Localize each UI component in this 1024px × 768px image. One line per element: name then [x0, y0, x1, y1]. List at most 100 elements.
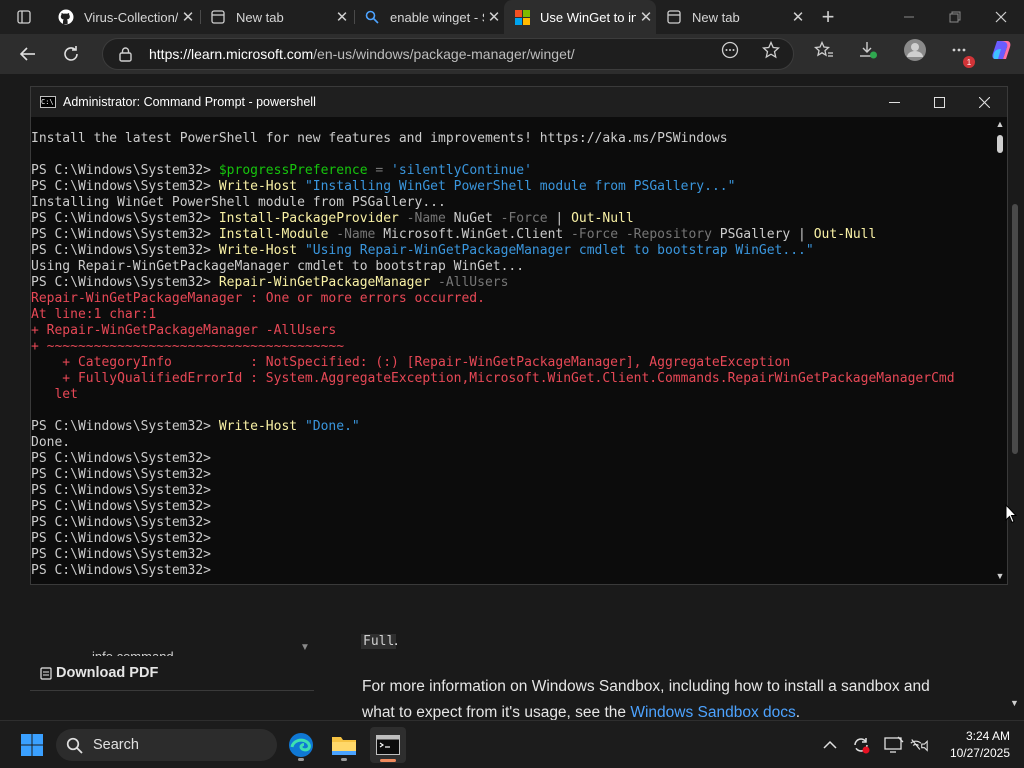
console-line: + Repair-WinGetPackageManager -AllUsers — [31, 323, 991, 339]
close-tab-icon[interactable]: ✕ — [332, 8, 352, 26]
command-prompt-icon: C:\ — [40, 96, 56, 108]
console-line: Using Repair-WinGetPackageManager cmdlet… — [31, 259, 991, 275]
close-tab-icon[interactable]: ✕ — [788, 8, 808, 26]
address-bar[interactable]: https://learn.microsoft.com/en-us/window… — [102, 38, 794, 70]
profile-avatar-icon[interactable] — [903, 38, 927, 62]
console-line: PS C:\Windows\System32> — [31, 515, 991, 531]
console-line: PS C:\Windows\System32> Install-PackageP… — [31, 211, 991, 227]
console-text-segment: PS C:\Windows\System32> — [31, 211, 219, 226]
taskbar-terminal-icon[interactable] — [370, 727, 406, 763]
tab-label: Use WinGet to in — [540, 9, 636, 25]
system-clock[interactable]: 3:24 AM 10/27/2025 — [940, 728, 1010, 762]
lock-icon[interactable] — [119, 46, 135, 62]
console-text-segment: "Done." — [297, 419, 360, 434]
tab-new-tab-1[interactable]: New tab ✕ — [200, 0, 352, 34]
tab-label: Virus-Collection/ — [84, 9, 178, 25]
console-text-segment: PS C:\Windows\System32> — [31, 515, 212, 530]
network-volume-tray-icon[interactable] — [909, 735, 929, 755]
sync-refresh-tray-icon[interactable] — [851, 735, 871, 755]
console-text-segment: PS C:\Windows\System32> — [31, 163, 219, 178]
start-windows-icon[interactable] — [14, 727, 50, 763]
windows-sandbox-docs-link[interactable]: Windows Sandbox docs — [630, 704, 795, 720]
console-text-segment: PS C:\Windows\System32> — [31, 531, 212, 546]
inline-code-suffix: . — [394, 632, 399, 649]
inline-code: Full — [361, 634, 397, 649]
tab-virus-collection[interactable]: Virus-Collection/ ✕ — [48, 0, 198, 34]
console-text-segment: Using Repair-WinGetPackageManager cmdlet… — [31, 259, 525, 274]
page-scroll-thumb[interactable] — [1012, 204, 1018, 454]
minimize-icon[interactable] — [886, 0, 932, 34]
console-text-segment: PS C:\Windows\System32> — [31, 563, 212, 578]
close-tab-icon[interactable]: ✕ — [178, 8, 198, 26]
sidebar-item-info-command[interactable]: info command — [92, 646, 174, 656]
console-maximize-icon[interactable] — [916, 87, 962, 117]
page-scrollbar[interactable]: ▼ — [1008, 74, 1024, 720]
show-hidden-icons-chevron-up-icon[interactable] — [820, 735, 840, 755]
new-tab-icon — [666, 9, 682, 25]
sandbox-paragraph-line2: what to expect from it's usage, see the … — [362, 704, 800, 720]
console-line: + FullyQualifiedErrorId : System.Aggrega… — [31, 371, 991, 387]
console-scroll-down-icon[interactable]: ▼ — [994, 571, 1006, 581]
new-tab-icon — [210, 9, 226, 25]
close-window-icon[interactable] — [978, 0, 1024, 34]
favorites-icon[interactable] — [814, 40, 834, 60]
console-line: Done. — [31, 435, 991, 451]
console-text-segment: PS C:\Windows\System32> — [31, 243, 219, 258]
console-text-segment: Install-PackageProvider — [218, 211, 399, 226]
console-close-icon[interactable] — [961, 87, 1007, 117]
console-output[interactable]: Install the latest PowerShell for new fe… — [31, 131, 991, 583]
console-text-segment: At line:1 char:1 — [31, 307, 157, 322]
console-text-segment: "Using Repair-WinGetPackageManager cmdle… — [297, 243, 814, 258]
console-text-segment: -Force — [492, 211, 548, 226]
console-text-segment: 'silentlyContinue' — [391, 163, 532, 178]
refresh-icon[interactable] — [56, 39, 86, 69]
tab-use-winget[interactable]: Use WinGet to in ✕ — [504, 0, 656, 34]
maximize-icon[interactable] — [932, 0, 978, 34]
back-icon[interactable] — [13, 39, 43, 69]
taskbar-file-explorer-icon[interactable] — [326, 727, 362, 763]
console-scroll-thumb[interactable] — [997, 135, 1003, 153]
console-title-bar[interactable]: C:\ Administrator: Command Prompt - powe… — [31, 87, 1007, 117]
taskbar-search-box[interactable]: Search — [56, 729, 277, 761]
download-pdf-link[interactable]: Download PDF — [40, 665, 158, 681]
console-line: At line:1 char:1 — [31, 307, 991, 323]
sidebar-scroll-down-icon[interactable]: ▼ — [300, 642, 310, 653]
console-line: PS C:\Windows\System32> — [31, 531, 991, 547]
copilot-icon[interactable] — [990, 40, 1014, 60]
github-icon — [58, 9, 74, 25]
tab-actions-icon[interactable] — [2, 0, 46, 34]
console-text-segment: let — [31, 387, 78, 402]
taskbar-edge-icon[interactable] — [283, 727, 319, 763]
console-scroll-up-icon[interactable]: ▲ — [994, 119, 1006, 129]
console-text-segment: Microsoft.WinGet.Client — [375, 227, 564, 242]
command-prompt-window[interactable]: C:\ Administrator: Command Prompt - powe… — [30, 86, 1008, 585]
reading-mode-icon[interactable] — [720, 40, 740, 60]
new-tab-button[interactable]: + — [808, 0, 848, 34]
favorite-star-icon[interactable] — [761, 40, 781, 60]
console-text-segment: PS C:\Windows\System32> — [31, 451, 212, 466]
download-pdf-label: Download PDF — [56, 665, 159, 681]
console-text-segment: = — [367, 163, 392, 178]
page-scroll-down-icon[interactable]: ▼ — [1010, 698, 1019, 708]
tab-enable-winget[interactable]: enable winget - S ✕ — [354, 0, 504, 34]
console-text-segment: Write-Host — [218, 179, 298, 194]
search-icon — [364, 9, 380, 25]
console-text-segment: Repair-WinGetPackageManager — [218, 275, 431, 290]
console-text-segment: Installing WinGet PowerShell module from… — [31, 195, 446, 210]
downloads-icon[interactable] — [858, 40, 878, 60]
console-text-segment: + ~~~~~~~~~~~~~~~~~~~~~~~~~~~~~~~~~~~~~~ — [31, 339, 345, 354]
display-tray-icon[interactable] — [884, 735, 904, 755]
search-label: Search — [93, 737, 139, 753]
close-tab-icon[interactable]: ✕ — [636, 8, 656, 26]
url-host: https://learn.microsoft.com — [149, 46, 314, 62]
console-text-segment: PS C:\Windows\System32> — [31, 499, 212, 514]
console-line: PS C:\Windows\System32> — [31, 547, 991, 563]
console-text-segment: Write-Host — [218, 419, 298, 434]
console-text-segment: PSGallery — [711, 227, 791, 242]
tab-new-tab-2[interactable]: New tab ✕ — [656, 0, 808, 34]
console-minimize-icon[interactable] — [871, 87, 917, 117]
close-tab-icon[interactable]: ✕ — [484, 8, 504, 26]
console-text-segment: PS C:\Windows\System32> — [31, 483, 212, 498]
console-text-segment: -Name — [328, 227, 376, 242]
